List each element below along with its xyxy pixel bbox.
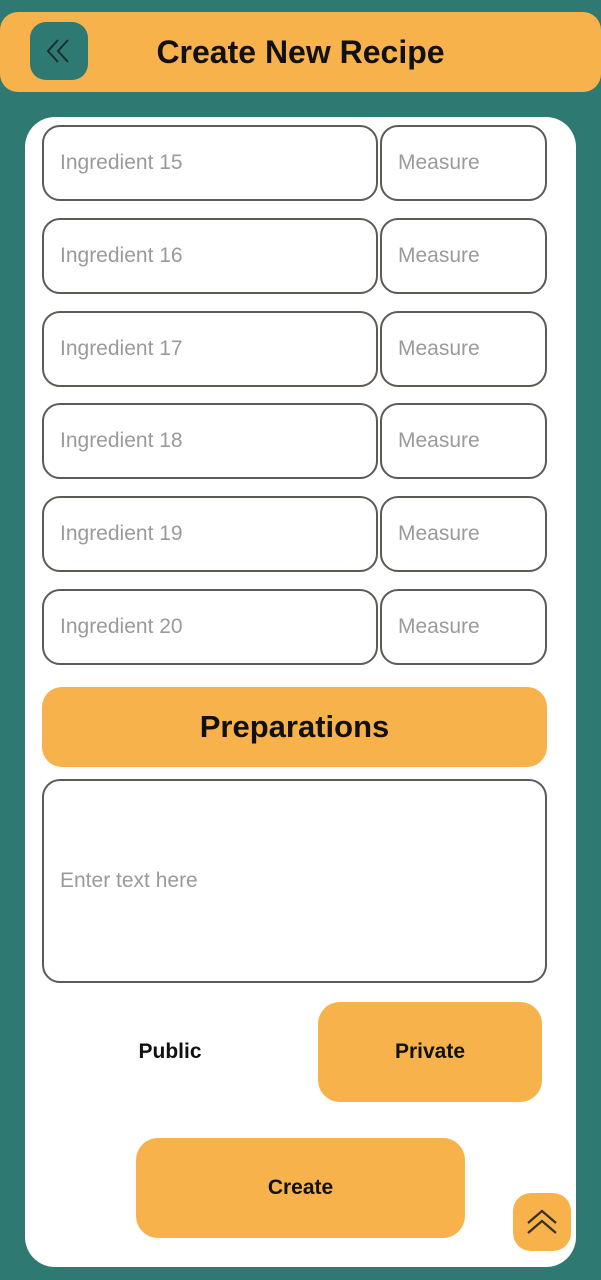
create-button[interactable]: Create [136, 1138, 465, 1238]
ingredient-row [42, 496, 547, 576]
ingredient-field[interactable] [42, 496, 378, 572]
measure-19-input[interactable] [382, 498, 545, 570]
ingredient-row [42, 589, 547, 669]
ingredient-field[interactable] [42, 589, 378, 665]
ingredient-20-input[interactable] [44, 591, 376, 663]
ingredient-18-input[interactable] [44, 405, 376, 477]
double-chevron-left-icon [46, 39, 69, 63]
measure-20-input[interactable] [382, 591, 545, 663]
ingredient-field[interactable] [42, 218, 378, 294]
ingredient-16-input[interactable] [44, 220, 376, 292]
ingredient-row [42, 125, 547, 205]
ingredient-field[interactable] [42, 311, 378, 387]
ingredient-15-input[interactable] [44, 127, 376, 199]
app-header: Create New Recipe [0, 12, 601, 92]
public-option[interactable]: Public [65, 1002, 275, 1102]
preparations-field[interactable] [42, 779, 547, 983]
back-button[interactable] [30, 22, 88, 80]
preparations-heading: Preparations [42, 687, 547, 767]
preparations-textarea[interactable] [44, 781, 545, 981]
measure-18-input[interactable] [382, 405, 545, 477]
scroll-to-top-button[interactable] [513, 1193, 571, 1251]
measure-field[interactable] [380, 218, 547, 294]
ingredient-row [42, 311, 547, 391]
ingredient-row [42, 403, 547, 483]
page-title: Create New Recipe [156, 34, 445, 70]
measure-field[interactable] [380, 403, 547, 479]
ingredient-17-input[interactable] [44, 313, 376, 385]
measure-field[interactable] [380, 496, 547, 572]
recipe-form-card: Preparations Public Private Create [25, 117, 576, 1267]
measure-field[interactable] [380, 589, 547, 665]
double-chevron-up-icon [527, 1209, 557, 1234]
measure-16-input[interactable] [382, 220, 545, 292]
ingredient-row [42, 218, 547, 298]
ingredient-field[interactable] [42, 403, 378, 479]
private-option[interactable]: Private [318, 1002, 542, 1102]
measure-17-input[interactable] [382, 313, 545, 385]
measure-field[interactable] [380, 125, 547, 201]
ingredient-field[interactable] [42, 125, 378, 201]
ingredient-19-input[interactable] [44, 498, 376, 570]
measure-field[interactable] [380, 311, 547, 387]
measure-15-input[interactable] [382, 127, 545, 199]
